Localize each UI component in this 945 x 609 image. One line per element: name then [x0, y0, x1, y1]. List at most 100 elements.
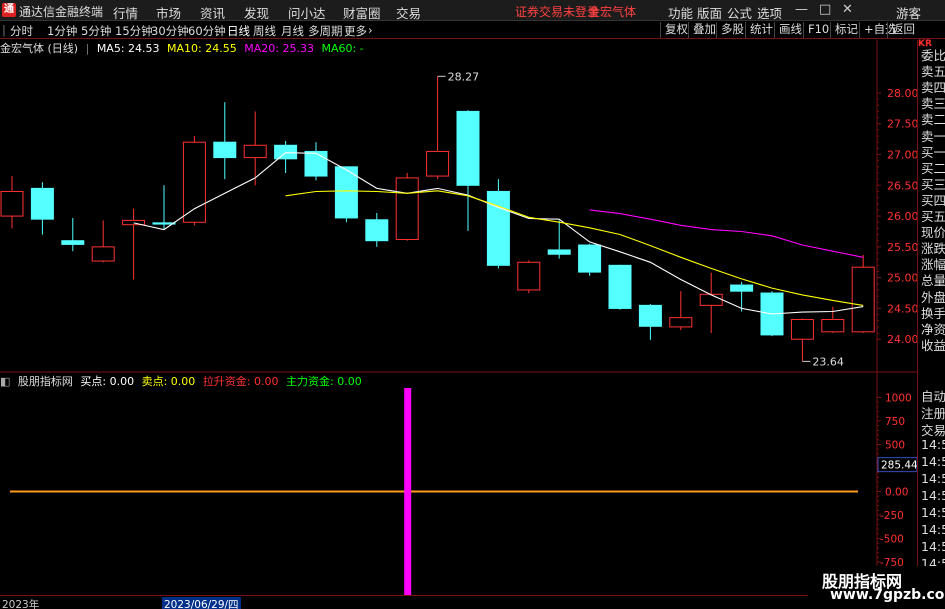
chart-canvas[interactable]: 28.27 23.64 24.00 24.50 25.00 25.50 26.00 26.5…: [0, 40, 917, 595]
period-tab[interactable]: 分时: [10, 23, 33, 39]
menu-trade[interactable]: 交易: [396, 3, 421, 22]
candle-body-up: [395, 177, 419, 240]
annotation-label: 23.64: [812, 355, 844, 368]
minimize-window-icon[interactable]: —: [795, 2, 808, 17]
ma10-line: [285, 190, 864, 306]
candle-body-up: [426, 150, 450, 177]
candle-body-down: [304, 150, 328, 177]
indicator-tick-label: -250: [880, 510, 904, 522]
candlestick-series: [0, 76, 875, 362]
price-tick-label: 25.50: [887, 241, 917, 254]
candle-body-down: [608, 264, 632, 309]
candle-body-up: [699, 293, 723, 306]
candle-body-up: [669, 317, 693, 328]
tick-time-label: 14:5: [921, 454, 945, 469]
candle-body-down: [730, 284, 754, 292]
candle-body-up: [91, 246, 115, 262]
period-tab[interactable]: 5分钟: [81, 23, 111, 39]
toolbar-button-mark[interactable]: 标记: [830, 22, 862, 38]
menu-market[interactable]: 市场: [156, 3, 181, 22]
candlestick: [122, 208, 146, 280]
candlestick: [91, 220, 115, 263]
candle-body-down: [274, 144, 298, 160]
period-tab[interactable]: 30分钟: [151, 23, 189, 39]
menu-discover[interactable]: 发现: [244, 3, 269, 22]
date-label-year: 2023年: [2, 599, 40, 609]
toolbar-button-draw[interactable]: 画线: [774, 22, 806, 38]
trade-login-warning[interactable]: 证券交易未登录: [515, 3, 599, 20]
toolbar-button-multi[interactable]: 多股: [716, 22, 748, 38]
toolbar-button-f10[interactable]: F10: [803, 22, 833, 38]
candlestick: [426, 76, 450, 180]
tick-time-label: 14:5: [921, 488, 945, 503]
price-tick-label: 25.00: [887, 272, 917, 285]
period-tab[interactable]: 1分钟: [47, 23, 77, 39]
price-tick-label: 24.00: [887, 333, 917, 346]
indicator-panel: [10, 388, 858, 595]
candlestick: [638, 304, 662, 340]
candle-body-up: [0, 190, 24, 217]
price-tick-label: 24.50: [887, 302, 917, 315]
close-window-icon[interactable]: ✕: [842, 2, 853, 17]
price-axis: 24.00 24.50 25.00 25.50 26.00 26.50 27.00 27.50…: [877, 87, 917, 593]
period-tab[interactable]: 15分钟: [115, 23, 153, 39]
date-axis: 2023年 2023/06/29/四: [0, 595, 917, 609]
candle-body-down: [578, 244, 602, 273]
candlestick: [395, 172, 419, 241]
menu-news[interactable]: 资讯: [200, 3, 225, 22]
period-tab-active[interactable]: 日线: [227, 23, 250, 39]
toolbar-button-back[interactable]: 返回: [887, 22, 919, 38]
menu-layout[interactable]: 版面: [697, 3, 722, 22]
quote-field-label: 收益: [921, 337, 945, 353]
chevron-right-icon[interactable]: ›: [368, 23, 373, 37]
candle-body-up: [517, 261, 541, 291]
period-tab[interactable]: 周线: [253, 23, 276, 39]
candlestick: [304, 142, 328, 181]
menu-bar: 通 通达信金融终端 行情 市场 资讯 发现 问小达 财富圈 交易 证券交易未登录…: [0, 0, 945, 21]
annotation-label: 28.27: [448, 70, 480, 83]
toolbar-button-stats[interactable]: 统计: [745, 22, 777, 38]
candle-body-down: [61, 240, 85, 245]
extreme-price-annotation: 23.64: [802, 355, 844, 368]
period-tab-more[interactable]: 更多: [344, 23, 367, 39]
candle-body-up: [851, 266, 875, 333]
menu-functions[interactable]: 功能: [668, 3, 693, 22]
period-tab[interactable]: 多周期: [308, 23, 343, 39]
watermark-line2: www.7gpzb.com: [830, 587, 945, 603]
indicator-tick-label: -500: [880, 534, 904, 546]
candle-body-up: [790, 319, 814, 340]
indicator-tick-label: 500: [885, 439, 905, 451]
indicator-tick-label: 750: [885, 416, 905, 428]
indicator-tick-label: 0.00: [885, 487, 908, 499]
price-tick-label: 26.00: [887, 210, 917, 223]
candlestick: [730, 281, 754, 312]
ma20-line: [589, 209, 864, 258]
menu-options[interactable]: 选项: [757, 3, 782, 22]
menu-wealth-circle[interactable]: 财富圈: [343, 3, 381, 22]
period-tab[interactable]: 60分钟: [188, 23, 226, 39]
menu-market-quotes[interactable]: 行情: [113, 3, 138, 22]
guest-login[interactable]: 游客: [896, 3, 921, 22]
quote-side-panel: KR 委比 卖五 卖四 卖三 卖二 卖一 买一 买二 买三 买四 买五 现价 涨跌 涨幅 总量 外盘 换手 净资收…: [917, 40, 945, 609]
candlestick: [213, 102, 237, 180]
restore-window-icon[interactable]: □: [819, 2, 831, 17]
menu-ask[interactable]: 问小达: [288, 3, 326, 22]
candlestick: [547, 220, 571, 259]
candle-body-down: [365, 219, 389, 242]
candle-body-down: [547, 249, 571, 255]
price-tick-label: 28.00: [887, 87, 917, 100]
watermark: 股朋指标网 www.7gpzb.com: [808, 566, 945, 609]
candle-body-down: [638, 304, 662, 327]
date-label-cursor: 2023/06/29/四: [162, 597, 241, 609]
candlestick: [517, 260, 541, 294]
app-logo: 通: [2, 3, 16, 17]
menu-formula[interactable]: 公式: [727, 3, 752, 22]
candle-body-down: [456, 110, 480, 186]
candlestick: [274, 140, 298, 173]
candlestick: [365, 213, 389, 247]
candle-body-up: [821, 319, 845, 333]
candlestick: [456, 110, 480, 231]
current-stock-name: 金宏气体: [588, 5, 637, 19]
price-tick-label: 26.50: [887, 179, 917, 192]
period-tab[interactable]: 月线: [281, 23, 304, 39]
